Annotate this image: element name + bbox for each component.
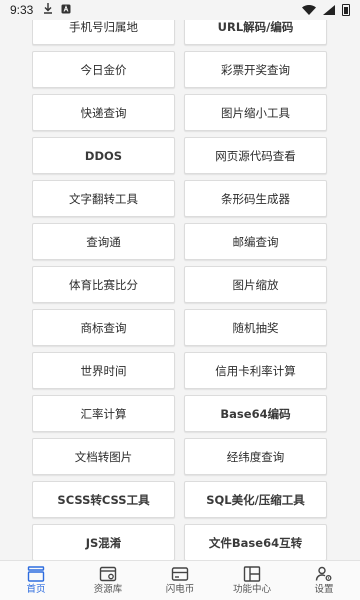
tool-tile-label: SQL美化/压缩工具 xyxy=(206,492,305,507)
tool-tile-label: 文档转图片 xyxy=(74,449,133,464)
tool-tile-label: 查询通 xyxy=(86,234,121,249)
tool-tile[interactable]: 商标查询 xyxy=(32,309,175,346)
tab-settings-label: 设置 xyxy=(314,584,334,595)
tool-tile[interactable]: 经纬度查询 xyxy=(184,438,327,475)
tool-tile[interactable]: 汇率计算 xyxy=(32,395,175,432)
tool-tile-label: 商标查询 xyxy=(80,320,127,335)
tool-tile-label: URL解码/编码 xyxy=(217,19,294,34)
tool-tile-label: 网页源代码查看 xyxy=(215,148,296,163)
tool-tile-label: 文字翻转工具 xyxy=(69,191,138,206)
tool-tile-label: 信用卡利率计算 xyxy=(215,363,296,378)
user-settings-icon xyxy=(315,566,332,581)
tool-tile-label: 手机号归属地 xyxy=(69,19,138,34)
tool-tile[interactable]: 文件Base64互转 xyxy=(184,524,327,561)
tab-function-center-label: 功能中心 xyxy=(232,584,271,595)
tab-library[interactable]: 资源库 xyxy=(72,561,144,600)
tab-home-label: 首页 xyxy=(26,584,46,595)
home-icon xyxy=(27,566,45,582)
tool-tile[interactable]: 彩票开奖查询 xyxy=(184,51,327,88)
app-notification-icon xyxy=(61,4,71,17)
tool-tile[interactable]: 世界时间 xyxy=(32,352,175,389)
tool-tile-label: 文件Base64互转 xyxy=(208,535,303,550)
tool-tile[interactable]: Base64编码 xyxy=(184,395,327,432)
app-screen: 手机号归属地 URL解码/编码今日金价 彩票开奖查询快递查询 图片缩小工具 DDOS 网页… xyxy=(0,0,360,600)
tool-tile[interactable]: 图片缩小工具 xyxy=(184,94,327,131)
tool-tile-label: 随机抽奖 xyxy=(232,320,279,335)
tab-settings[interactable]: 设置 xyxy=(288,561,360,600)
tool-tile-label: 今日金价 xyxy=(80,62,127,77)
tool-tile[interactable]: SCSS转CSS工具 xyxy=(32,481,175,518)
tool-tile-label: 条形码生成器 xyxy=(221,191,290,206)
tab-coins[interactable]: 闪电币 xyxy=(144,561,216,600)
tool-tile[interactable]: 文档转图片 xyxy=(32,438,175,475)
tool-tile-label: DDOS xyxy=(84,148,123,163)
tool-tile-label: SCSS转CSS工具 xyxy=(57,492,150,507)
tool-tile[interactable]: 查询通 xyxy=(32,223,175,260)
tool-tile-label: JS混淆 xyxy=(85,535,122,550)
tab-library-label: 资源库 xyxy=(93,584,123,595)
tool-tile[interactable]: 今日金价 xyxy=(32,51,175,88)
tool-tile[interactable]: 邮编查询 xyxy=(184,223,327,260)
bottom-tab-bar: 首页 资源库 闪电币 功能中心 设置 xyxy=(0,560,360,600)
status-bar: 9:33 xyxy=(0,0,360,20)
tool-tile-label: 邮编查询 xyxy=(232,234,279,249)
tool-grid: 手机号归属地 URL解码/编码今日金价 彩票开奖查询快递查询 图片缩小工具 DDOS 网页… xyxy=(32,10,328,562)
tab-function-center[interactable]: 功能中心 xyxy=(216,561,288,600)
tab-coins-label: 闪电币 xyxy=(165,584,195,595)
tool-tile[interactable]: JS混淆 xyxy=(32,524,175,561)
tool-tile[interactable]: SQL美化/压缩工具 xyxy=(184,481,327,518)
tool-tile[interactable]: 网页源代码查看 xyxy=(184,137,327,174)
tool-tile-label: 彩票开奖查询 xyxy=(221,62,290,77)
tool-tile[interactable]: 快递查询 xyxy=(32,94,175,131)
signal-icon xyxy=(323,5,335,15)
battery-icon xyxy=(342,4,350,16)
wifi-icon xyxy=(302,5,316,15)
tool-tile[interactable]: 体育比赛比分 xyxy=(32,266,175,303)
status-time: 9:33 xyxy=(10,3,34,17)
tool-tile-label: 快递查询 xyxy=(80,105,127,120)
grid-panel-icon xyxy=(243,566,261,582)
tool-tile[interactable]: 文字翻转工具 xyxy=(32,180,175,217)
tool-tile[interactable]: 条形码生成器 xyxy=(184,180,327,217)
tool-tile[interactable]: 图片缩放 xyxy=(184,266,327,303)
tool-tile-label: 汇率计算 xyxy=(80,406,127,421)
wallet-icon xyxy=(171,567,189,581)
tool-tile-label: 经纬度查询 xyxy=(226,449,285,464)
library-icon xyxy=(99,566,117,582)
tab-home[interactable]: 首页 xyxy=(0,561,72,600)
tool-tile-label: Base64编码 xyxy=(220,406,291,421)
download-icon xyxy=(43,3,53,17)
tool-tile[interactable]: DDOS xyxy=(32,137,175,174)
tool-tile[interactable]: 随机抽奖 xyxy=(184,309,327,346)
tool-tile-label: 体育比赛比分 xyxy=(69,277,138,292)
tool-tile-label: 图片缩小工具 xyxy=(221,105,290,120)
tool-grid-list: 手机号归属地 URL解码/编码今日金价 彩票开奖查询快递查询 图片缩小工具 DDOS 网页… xyxy=(32,10,328,561)
status-right xyxy=(302,4,350,16)
tool-tile-label: 图片缩放 xyxy=(232,277,279,292)
tool-tile[interactable]: 信用卡利率计算 xyxy=(184,352,327,389)
tool-tile-label: 世界时间 xyxy=(80,363,127,378)
